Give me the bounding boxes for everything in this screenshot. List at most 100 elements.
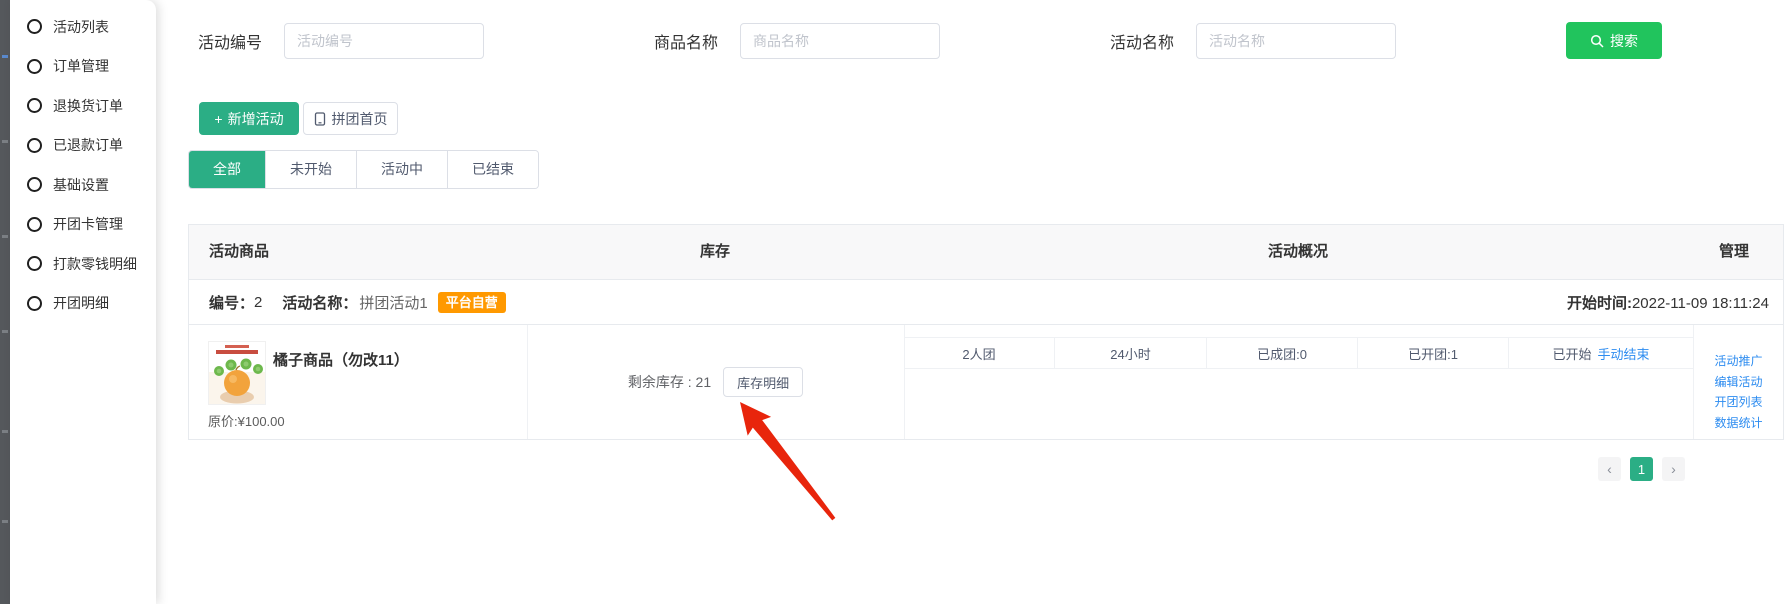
sidebar-item-group-card-management[interactable]: 开团卡管理 bbox=[10, 205, 156, 245]
platform-self-operated-badge: 平台自营 bbox=[438, 292, 506, 313]
sidebar-item-return-orders[interactable]: 退换货订单 bbox=[10, 86, 156, 126]
product-original-price: 原价:¥100.00 bbox=[208, 411, 285, 430]
circle-bullet-icon bbox=[27, 138, 42, 153]
overview-groups-opened: 已开团:1 bbox=[1358, 338, 1509, 368]
header-manage: 管理 bbox=[1684, 225, 1784, 279]
start-time-value: 2022-11-09 18:11:24 bbox=[1632, 295, 1769, 312]
sidebar-item-order-management[interactable]: 订单管理 bbox=[10, 47, 156, 87]
tab-in-progress[interactable]: 活动中 bbox=[356, 151, 447, 188]
overview-status-cell: 已开始 手动结束 bbox=[1509, 338, 1693, 368]
sidebar-item-label: 退换货订单 bbox=[53, 96, 123, 116]
strip-fragment bbox=[2, 520, 8, 523]
groupbuy-home-label: 拼团首页 bbox=[332, 109, 388, 129]
activity-id-value: 2 bbox=[254, 294, 262, 311]
add-activity-button[interactable]: + 新增活动 bbox=[199, 102, 299, 135]
start-time-label: 开始时间: bbox=[1567, 295, 1632, 312]
activity-table: 活动商品 库存 活动概况 管理 编号： 2 活动名称： 拼团活动1 平台自营 开… bbox=[188, 224, 1784, 440]
next-page-button[interactable]: › bbox=[1662, 457, 1685, 481]
price-label: 原价: bbox=[208, 414, 238, 429]
filter-group-product-name: 商品名称 bbox=[654, 23, 940, 59]
group-list-link[interactable]: 开团列表 bbox=[1693, 392, 1784, 413]
header-activity-product: 活动商品 bbox=[209, 225, 269, 279]
product-image bbox=[208, 341, 266, 405]
tab-all[interactable]: 全部 bbox=[189, 151, 265, 188]
product-title: 橘子商品（勿改11） bbox=[273, 349, 409, 370]
activity-meta-row: 编号： 2 活动名称： 拼团活动1 平台自营 开始时间:2022-11-09 1… bbox=[189, 280, 1783, 325]
sidebar-item-label: 订单管理 bbox=[53, 56, 109, 76]
prev-page-button[interactable]: ‹ bbox=[1598, 457, 1621, 481]
strip-fragment bbox=[2, 330, 8, 333]
filter-label: 活动编号 bbox=[198, 29, 262, 53]
circle-bullet-icon bbox=[27, 296, 42, 311]
groupbuy-home-button[interactable]: 拼团首页 bbox=[303, 102, 398, 135]
tab-ended[interactable]: 已结束 bbox=[447, 151, 538, 188]
circle-bullet-icon bbox=[27, 59, 42, 74]
strip-fragment bbox=[2, 235, 8, 238]
sidebar: 活动列表 订单管理 退换货订单 已退款订单 基础设置 开团卡管理 打款零钱明细 bbox=[10, 0, 156, 604]
collapsed-left-panel bbox=[0, 0, 10, 604]
current-page-button[interactable]: 1 bbox=[1630, 457, 1653, 481]
status-text: 已开始 bbox=[1552, 344, 1591, 363]
sidebar-item-label: 已退款订单 bbox=[53, 135, 123, 155]
search-icon bbox=[1590, 34, 1604, 48]
filter-row: 活动编号 商品名称 活动名称 搜索 bbox=[198, 22, 1662, 59]
sidebar-item-label: 开团卡管理 bbox=[53, 214, 123, 234]
activity-name-value: 拼团活动1 bbox=[359, 292, 427, 313]
group-buy-admin-page: 活动列表 订单管理 退换货订单 已退款订单 基础设置 开团卡管理 打款零钱明细 bbox=[0, 0, 1792, 604]
search-button[interactable]: 搜索 bbox=[1566, 22, 1662, 59]
start-time: 开始时间:2022-11-09 18:11:24 bbox=[1567, 292, 1769, 313]
header-activity-overview: 活动概况 bbox=[1248, 225, 1348, 279]
table-header-row: 活动商品 库存 活动概况 管理 bbox=[189, 225, 1783, 280]
sidebar-item-label: 活动列表 bbox=[53, 17, 109, 37]
header-stock: 库存 bbox=[665, 225, 765, 279]
circle-bullet-icon bbox=[27, 256, 42, 271]
remaining-stock-text: 剩余库存 : 21 bbox=[628, 372, 711, 392]
overview-duration: 24小时 bbox=[1055, 338, 1207, 368]
remaining-stock-value: 21 bbox=[696, 374, 712, 390]
strip-fragment bbox=[2, 140, 8, 143]
sidebar-item-label: 打款零钱明细 bbox=[53, 254, 137, 274]
promote-activity-link[interactable]: 活动推广 bbox=[1693, 351, 1784, 372]
activity-id-input[interactable] bbox=[284, 23, 484, 59]
activity-row: 橘子商品（勿改11） 原价:¥100.00 剩余库存 : 21 库存明细 2人团… bbox=[189, 325, 1783, 439]
pagination: ‹ 1 › bbox=[1598, 457, 1685, 481]
activity-name-input[interactable] bbox=[1196, 23, 1396, 59]
manual-end-link[interactable]: 手动结束 bbox=[1598, 344, 1650, 363]
sidebar-item-group-open-detail[interactable]: 开团明细 bbox=[10, 284, 156, 324]
remaining-stock-label: 剩余库存 : bbox=[628, 374, 696, 390]
strip-fragment bbox=[2, 55, 8, 58]
filter-group-activity-name: 活动名称 bbox=[1110, 23, 1396, 59]
circle-bullet-icon bbox=[27, 217, 42, 232]
circle-bullet-icon bbox=[27, 19, 42, 34]
circle-bullet-icon bbox=[27, 177, 42, 192]
add-activity-label: 新增活动 bbox=[228, 109, 284, 129]
sidebar-item-label: 基础设置 bbox=[53, 175, 109, 195]
sidebar-item-activity-list[interactable]: 活动列表 bbox=[10, 7, 156, 47]
edit-activity-link[interactable]: 编辑活动 bbox=[1693, 372, 1784, 393]
sidebar-item-payout-detail[interactable]: 打款零钱明细 bbox=[10, 244, 156, 284]
overview-group-size: 2人团 bbox=[904, 338, 1055, 368]
search-button-label: 搜索 bbox=[1610, 31, 1638, 51]
status-tabs: 全部 未开始 活动中 已结束 bbox=[188, 150, 539, 189]
manage-cell: 活动推广 编辑活动 开团列表 数据统计 bbox=[1693, 351, 1784, 433]
plus-icon: + bbox=[214, 111, 222, 127]
filter-label: 活动名称 bbox=[1110, 29, 1174, 53]
stock-detail-button[interactable]: 库存明细 bbox=[723, 367, 803, 397]
sidebar-item-refunded-orders[interactable]: 已退款订单 bbox=[10, 126, 156, 166]
strip-fragment bbox=[2, 430, 8, 433]
filter-group-activity-id: 活动编号 bbox=[198, 23, 484, 59]
filter-label: 商品名称 bbox=[654, 29, 718, 53]
phone-icon bbox=[314, 112, 326, 126]
stock-cell: 剩余库存 : 21 库存明细 bbox=[527, 325, 904, 439]
activity-overview-grid: 2人团 24小时 已成团:0 已开团:1 已开始 手动结束 bbox=[904, 337, 1693, 369]
activity-name-label: 活动名称： bbox=[282, 292, 357, 313]
overview-groups-completed: 已成团:0 bbox=[1207, 338, 1358, 368]
product-name-input[interactable] bbox=[740, 23, 940, 59]
sidebar-item-label: 开团明细 bbox=[53, 293, 109, 313]
activity-id-label: 编号： bbox=[209, 292, 254, 313]
sidebar-item-basic-settings[interactable]: 基础设置 bbox=[10, 165, 156, 205]
data-statistics-link[interactable]: 数据统计 bbox=[1693, 413, 1784, 434]
circle-bullet-icon bbox=[27, 98, 42, 113]
price-value: ¥100.00 bbox=[238, 414, 285, 429]
tab-not-started[interactable]: 未开始 bbox=[265, 151, 356, 188]
